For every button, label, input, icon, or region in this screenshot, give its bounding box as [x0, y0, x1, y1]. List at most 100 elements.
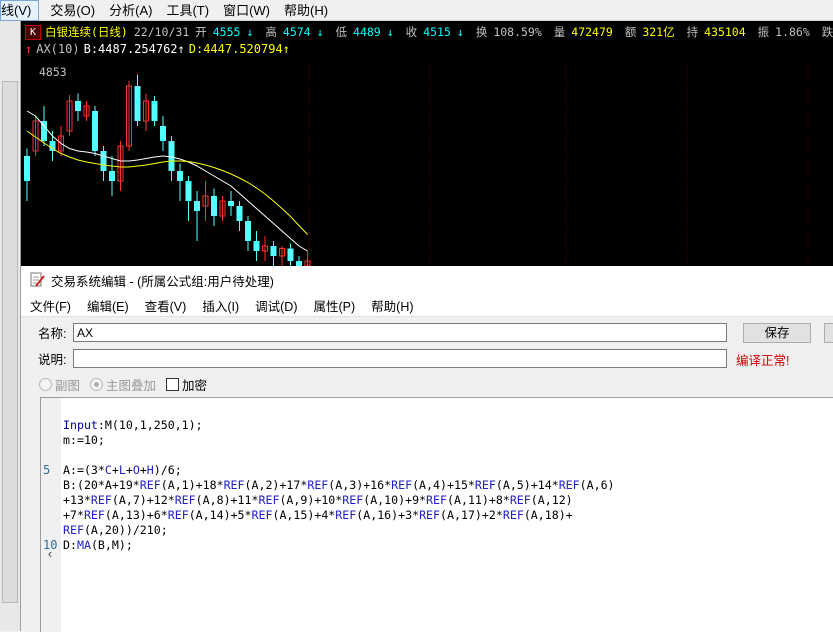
code-token: (A,8)+11*	[195, 493, 259, 507]
code-token: O	[132, 463, 140, 477]
extra-button[interactable]	[824, 323, 833, 343]
editor-menu-debug[interactable]: 调试(D)	[247, 296, 305, 315]
line-number-column: 5 10	[41, 398, 61, 632]
menu-analysis[interactable]: 分析(A)	[102, 1, 159, 20]
candle-body-down	[185, 181, 192, 201]
code-token: L	[118, 463, 126, 477]
d-line	[26, 130, 308, 235]
chart-date: 22/10/31	[133, 25, 190, 39]
code-token: REF	[223, 478, 245, 492]
code-token: (A,7)+12*	[111, 493, 175, 507]
indicator-line: ↑ AX(10) B:4487.254762 ↑ D:4447.520794 ↑	[25, 42, 294, 56]
code-token: REF	[502, 508, 524, 522]
name-field[interactable]: AX	[73, 323, 727, 342]
left-scrollbar[interactable]	[2, 81, 18, 603]
candle-body-down	[100, 151, 107, 171]
code-line[interactable]: +7*REF(A,13)+6*REF(A,14)+5*REF(A,15)+4*R…	[63, 508, 573, 523]
kline-chart-canvas	[24, 61, 809, 266]
candle-body-down	[151, 101, 158, 121]
name-label: 名称:	[38, 327, 67, 341]
code-line[interactable]: REF(A,20))/210;	[63, 523, 168, 538]
menu-view[interactable]: 线(V)	[0, 0, 40, 21]
oi-label: 持	[686, 25, 699, 39]
code-token: (A,2)+17*	[244, 478, 308, 492]
candle-body-down	[24, 156, 30, 181]
candle-body-down	[177, 171, 183, 181]
editor-menu-insert[interactable]: 插入(I)	[194, 296, 247, 315]
editor-title-bar: 交易系统编辑 - (所属公式组:用户待处理)	[21, 266, 833, 294]
editor-menu-edit[interactable]: 编辑(E)	[79, 296, 137, 315]
desc-field[interactable]	[73, 349, 727, 368]
code-token: )/6;	[153, 463, 182, 477]
candle-body-down	[228, 201, 234, 206]
down-arrow-icon: ↓	[246, 25, 254, 39]
code-token: +	[139, 463, 147, 477]
code-token: (A,13)+6*	[104, 508, 168, 522]
overlay-radio[interactable]	[90, 378, 104, 391]
code-line[interactable]: Input:M(10,1,250,1);	[63, 418, 203, 433]
menu-help[interactable]: 帮助(H)	[277, 1, 335, 20]
low-label: 低	[335, 25, 348, 39]
code-line[interactable]: +13*REF(A,7)+12*REF(A,8)+11*REF(A,9)+10*…	[63, 493, 573, 508]
candle-body-down	[75, 101, 81, 111]
code-token: (A,12)	[530, 493, 573, 507]
name-row: 名称: AX	[38, 323, 727, 342]
amplitude-value: 1.86%	[775, 25, 810, 39]
code-token: REF	[342, 493, 364, 507]
desc-label: 说明:	[38, 353, 67, 367]
code-token: MA	[76, 538, 91, 552]
candle-body-down	[92, 111, 98, 151]
code-token: REF	[174, 493, 196, 507]
encrypt-checkbox[interactable]	[166, 378, 180, 391]
close-value: 4515	[423, 25, 451, 39]
candle-body-down	[109, 171, 115, 181]
turnover-label: 换	[475, 25, 488, 39]
code-token: (A,10)+9*	[363, 493, 427, 507]
chart-quote-header: K 白银连续(日线) 22/10/31 开 4555 ↓ 高 4574 ↓ 低 4489 ↓…	[21, 24, 833, 40]
code-token: REF	[419, 508, 441, 522]
line-number: 5	[43, 463, 51, 477]
code-line[interactable]: A:=(3*C+L+O+H)/6;	[63, 463, 182, 478]
code-token: REF	[391, 478, 413, 492]
editor-menu-file[interactable]: 文件(F)	[21, 296, 79, 315]
menu-tools[interactable]: 工具(T)	[159, 1, 216, 20]
change-label: 跌(	[821, 25, 833, 39]
code-token: B:(20*A+19*	[63, 478, 140, 492]
encrypt-label: 加密	[182, 379, 208, 393]
candle-body-down	[245, 221, 251, 241]
code-token: (A,14)+5*	[188, 508, 252, 522]
candle-body-down	[168, 141, 175, 171]
pin-icon[interactable]: ↑	[25, 42, 32, 56]
code-line[interactable]: B:(20*A+19*REF(A,1)+18*REF(A,2)+17*REF(A…	[63, 478, 615, 493]
kline-chart[interactable]: K 白银连续(日线) 22/10/31 开 4555 ↓ 高 4574 ↓ 低 4489 ↓…	[21, 21, 833, 266]
editor-menu-help[interactable]: 帮助(H)	[363, 296, 421, 315]
editor-menu-properties[interactable]: 属性(P)	[305, 296, 363, 315]
candle-body-down	[134, 86, 141, 121]
candle-body-down	[211, 196, 217, 216]
code-token: (A,11)+8*	[447, 493, 510, 507]
save-button[interactable]: 保存	[743, 323, 811, 343]
menu-trade[interactable]: 交易(O)	[43, 1, 102, 20]
fold-arrow-icon[interactable]: ‹	[41, 540, 59, 568]
k-icon[interactable]: K	[25, 24, 41, 40]
high-value: 4574	[282, 25, 311, 39]
amount-label: 额	[624, 25, 637, 39]
code-token: (B,M);	[90, 538, 133, 552]
code-line[interactable]: D:MA(B,M);	[63, 538, 133, 553]
code-editor[interactable]: 5 10 ‹ Input:M(10,1,250,1); m:=10; A:=(3*C+…	[40, 397, 833, 632]
code-token: +	[111, 463, 119, 477]
editor-menu-view[interactable]: 查看(V)	[137, 296, 195, 315]
code-token: REF	[83, 508, 105, 522]
code-line[interactable]: m:=10;	[63, 433, 105, 448]
code-token: REF	[335, 508, 357, 522]
code-token: (A,1)+18*	[160, 478, 224, 492]
formula-editor-window: 交易系统编辑 - (所属公式组:用户待处理) 文件(F) 编辑(E) 查看(V)…	[21, 266, 833, 632]
amplitude-label: 振	[757, 25, 770, 39]
down-arrow-icon: ↓	[386, 25, 394, 39]
open-value: 4555	[212, 25, 241, 39]
code-token: REF	[251, 508, 273, 522]
subchart-radio[interactable]	[39, 378, 52, 391]
menu-window[interactable]: 窗口(W)	[216, 1, 277, 20]
code-token: (A,9)+10*	[279, 493, 343, 507]
code-token: m:=10;	[63, 433, 105, 447]
